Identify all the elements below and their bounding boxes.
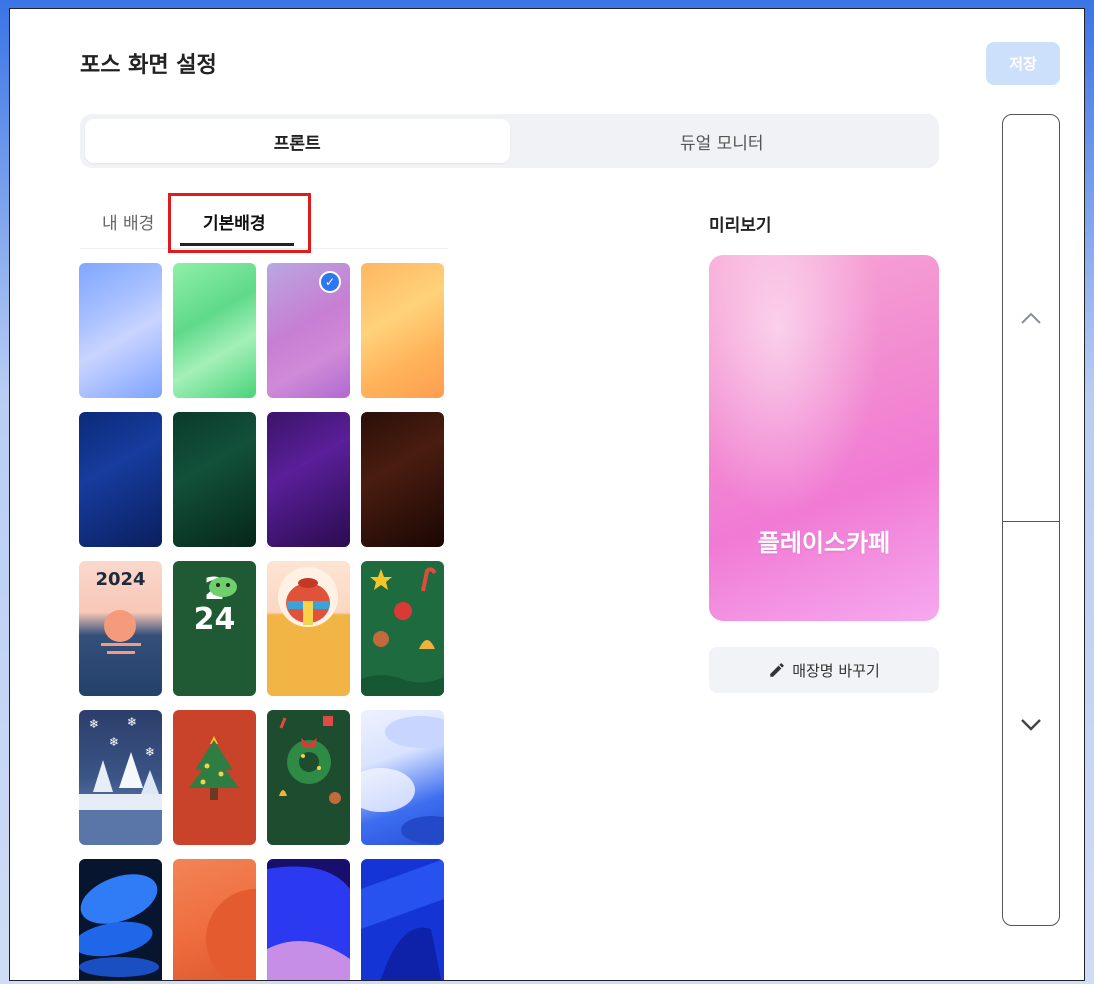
rename-store-label: 매장명 바꾸기 <box>792 661 880 680</box>
thumbnail-dark-blue[interactable] <box>79 412 162 547</box>
rename-store-button[interactable]: 매장명 바꾸기 <box>709 647 939 693</box>
thumbnail-dragon-2024[interactable]: 224 <box>173 561 256 696</box>
thumbnail-dark-brown[interactable] <box>361 412 444 547</box>
selected-check-icon: ✓ <box>319 271 341 293</box>
svg-text:❄: ❄ <box>145 745 155 759</box>
svg-text:❄: ❄ <box>127 715 137 729</box>
svg-text:❄: ❄ <box>109 735 119 749</box>
preview-store-name: 플레이스카페 <box>757 529 891 557</box>
orange-shape <box>206 889 256 980</box>
thumbnail-pastel-green[interactable] <box>173 263 256 398</box>
pos-screen-settings-panel: 포스 화면 설정 저장 프론트 듀얼 모니터 내 배경 기본배경 ✓ 2024 <box>9 8 1085 981</box>
dragon-icon <box>209 577 237 597</box>
thumbnail-dark-purple[interactable] <box>267 412 350 547</box>
thumbnail-christmas-ornaments[interactable] <box>361 561 444 696</box>
tab-front[interactable]: 프론트 <box>85 119 510 163</box>
highlight-annotation <box>168 193 311 253</box>
waves-shape <box>361 716 444 844</box>
thumbnail-blue-discs-dark[interactable] <box>79 859 162 980</box>
thumbnail-orange-abstract[interactable] <box>173 859 256 980</box>
chevron-up-icon <box>1021 312 1041 324</box>
background-preview: 플레이스카페 <box>709 255 939 621</box>
thumbnail-blue-abstract[interactable] <box>361 859 444 980</box>
wreath-icon <box>279 716 341 804</box>
ornaments-icon <box>361 567 444 696</box>
svg-text:❄: ❄ <box>89 717 99 731</box>
thumbnail-dark-green[interactable] <box>173 412 256 547</box>
tab-dual-monitor[interactable]: 듀얼 모니터 <box>510 119 935 163</box>
sun-icon <box>101 610 141 654</box>
indigo-shape <box>267 866 350 980</box>
thumbnail-christmas-tree[interactable] <box>173 710 256 845</box>
thumbnail-pastel-purple[interactable]: ✓ <box>267 263 350 398</box>
thumbnail-blue-waves-light[interactable] <box>361 710 444 845</box>
scroll-down-button[interactable] <box>1003 522 1059 927</box>
thumbnail-pastel-blue[interactable] <box>79 263 162 398</box>
chevron-down-icon <box>1021 718 1041 731</box>
snowy-trees-icon: ❄ ❄ ❄ ❄ <box>79 715 162 810</box>
discs-shape <box>79 874 159 977</box>
save-button[interactable]: 저장 <box>986 42 1060 85</box>
background-tab-bar: 내 배경 기본배경 <box>80 189 448 253</box>
thumbnail-lucky-bag[interactable] <box>267 561 350 696</box>
scroll-up-button[interactable] <box>1003 115 1059 521</box>
page-title: 포스 화면 설정 <box>80 53 217 78</box>
thumbnail-indigo-abstract[interactable] <box>267 859 350 980</box>
thumbnail-pastel-orange[interactable] <box>361 263 444 398</box>
blue-shape <box>361 859 444 980</box>
page-scroller <box>1002 114 1060 926</box>
thumbnail-sunset-2024[interactable]: 2024 <box>79 561 162 696</box>
christmas-tree-icon <box>189 736 239 800</box>
background-thumbnail-grid: ✓ 2024 224 <box>79 263 449 980</box>
thumbnail-christmas-wreath[interactable] <box>267 710 350 845</box>
display-tab-bar: 프론트 듀얼 모니터 <box>80 114 939 168</box>
lucky-bag-icon <box>278 567 338 627</box>
preview-label: 미리보기 <box>709 216 772 236</box>
pencil-icon <box>770 663 784 677</box>
tab-my-background[interactable]: 내 배경 <box>102 209 154 234</box>
thumbnail-snowy-trees[interactable]: ❄ ❄ ❄ ❄ <box>79 710 162 845</box>
